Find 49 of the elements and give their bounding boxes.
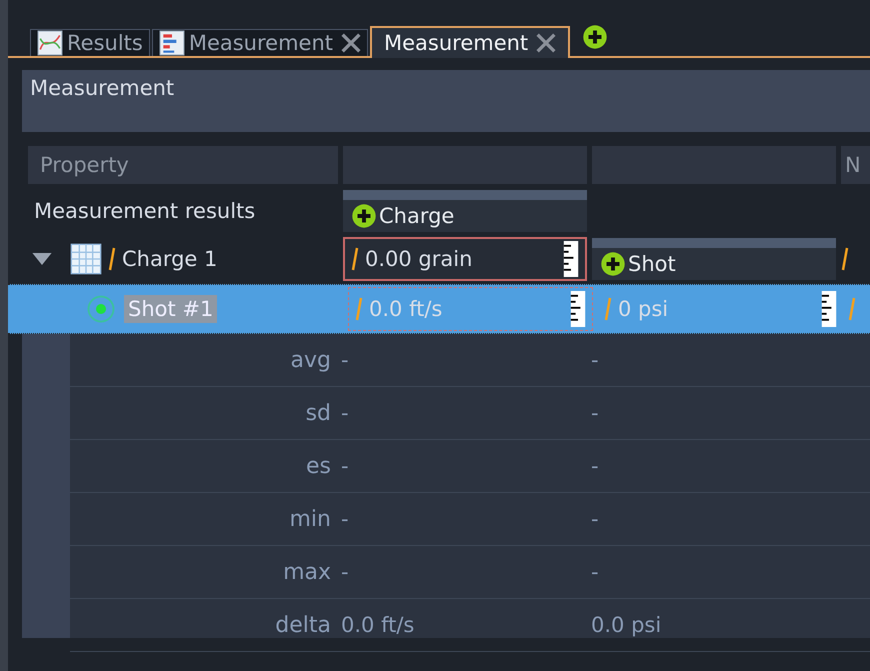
stat-value: -	[340, 507, 350, 531]
add-shot-button[interactable]: Shot	[592, 238, 836, 280]
table-icon	[158, 30, 185, 56]
stat-value: -	[340, 348, 350, 372]
panel-title: Measurement	[30, 76, 174, 100]
column-header: N	[841, 146, 870, 184]
pencil-icon	[355, 296, 363, 322]
stat-value: 0.0 psi	[590, 613, 662, 637]
column-header: Property	[28, 146, 338, 184]
stat-value: -	[340, 454, 350, 478]
pencil-icon	[848, 296, 856, 322]
stat-label: min	[288, 506, 332, 532]
stat-value: -	[590, 401, 600, 425]
expand-arrow-icon[interactable]	[32, 253, 52, 265]
stat-label: max	[282, 560, 332, 584]
plus-icon	[351, 203, 377, 229]
stat-value: -	[590, 454, 600, 478]
value-field[interactable]: 0.00 grain	[343, 237, 587, 281]
stat-value: -	[590, 507, 600, 531]
stat-label: delta	[274, 612, 332, 638]
stat-label: avg	[290, 348, 332, 372]
target-icon	[86, 294, 116, 324]
tab[interactable]: Measurement	[370, 26, 570, 58]
stat-value: -	[590, 348, 600, 372]
pencil-icon	[351, 246, 359, 272]
stat-value: -	[340, 401, 350, 425]
ruler-icon[interactable]	[821, 291, 837, 327]
add-tab-icon[interactable]	[582, 24, 608, 50]
stat-value: -	[590, 560, 600, 584]
pencil-icon	[841, 246, 849, 272]
close-icon[interactable]	[341, 33, 361, 53]
pencil-icon	[604, 296, 612, 322]
tab[interactable]: Measurement	[152, 29, 368, 56]
row-label: Measurement results	[33, 198, 256, 225]
plus-icon	[600, 251, 626, 277]
close-icon[interactable]	[536, 33, 556, 53]
grid-icon	[70, 243, 102, 275]
ruler-icon[interactable]	[570, 291, 586, 327]
charge-name: Charge 1	[122, 247, 218, 271]
stat-value: -	[340, 560, 350, 584]
stat-label: es	[305, 454, 332, 478]
add-charge-button[interactable]: Charge	[343, 190, 587, 232]
ruler-icon[interactable]	[563, 241, 579, 277]
chart-icon	[37, 30, 63, 56]
stat-label: sd	[304, 400, 332, 426]
pencil-icon	[108, 246, 116, 272]
tab[interactable]: Results	[30, 29, 150, 56]
stat-value: 0.0 ft/s	[340, 613, 416, 637]
shot-name: Shot #1	[124, 295, 218, 323]
